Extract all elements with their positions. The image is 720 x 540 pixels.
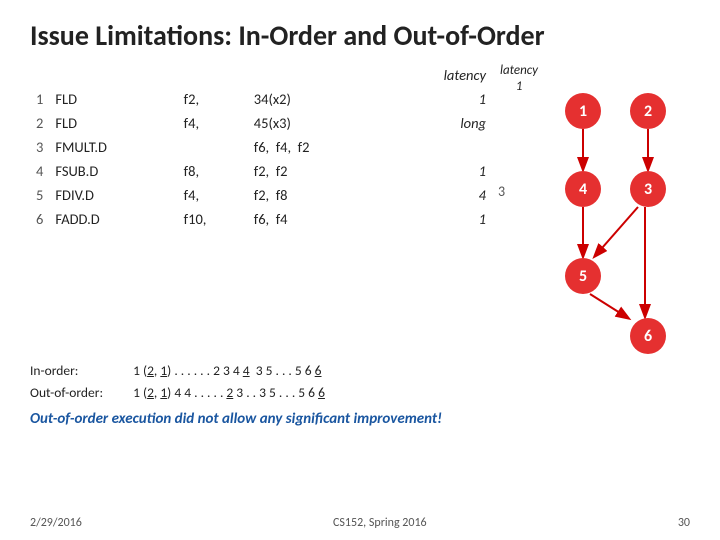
table-row: 2 FLD f4, 45(x3) long (30, 111, 490, 135)
footer-course: CS152, Spring 2016 (333, 516, 427, 530)
outoforder-line: Out-of-order: 1 (2, 1) 4 4 . . . . . 2 3… (30, 383, 690, 403)
footer-date: 2/29/2016 (30, 516, 82, 530)
dependency-graph: latency 1 (490, 63, 690, 353)
table-row: 1 FLD f2, 34(x2) 1 (30, 87, 490, 111)
header-row: latency (30, 63, 490, 87)
graph-node-5: 5 (565, 258, 601, 294)
inorder-line: In-order: 1 (2, 1) . . . . . . 2 3 4 4 3… (30, 361, 690, 381)
graph-node-3: 3 (630, 171, 666, 207)
bottom-section: In-order: 1 (2, 1) . . . . . . 2 3 4 4 3… (30, 361, 690, 428)
instruction-table-area: latency 1 FLD f2, 34(x2) 1 2 FLD f4, (30, 63, 490, 353)
table-row: 6 FADD.D f10, f6, f4 1 (30, 207, 490, 231)
conclusion-text: Out-of-order execution did not allow any… (30, 410, 690, 428)
outoforder-label: Out-of-order: (30, 383, 130, 403)
table-row: 4 FSUB.D f8, f2, f2 1 (30, 159, 490, 183)
latency-column-header: latency (384, 63, 490, 87)
footer: 2/29/2016 CS152, Spring 2016 30 (30, 516, 690, 530)
graph-node-2: 2 (630, 93, 666, 129)
instruction-table: latency 1 FLD f2, 34(x2) 1 2 FLD f4, (30, 63, 490, 231)
inorder-label: In-order: (30, 361, 130, 381)
footer-page: 30 (678, 516, 690, 530)
table-row: 3 FMULT.D f6, f4, f2 (30, 135, 490, 159)
graph-node-1: 1 (565, 93, 601, 129)
table-row: 5 FDIV.D f4, f2, f8 4 (30, 183, 490, 207)
row3-label: 3 (498, 183, 505, 200)
col-num-header (30, 63, 49, 87)
graph-node-6: 6 (630, 318, 666, 354)
graph-node-4: 4 (565, 171, 601, 207)
slide-title: Issue Limitations: In-Order and Out-of-O… (30, 18, 690, 53)
graph-latency-label: latency 1 (500, 63, 538, 94)
